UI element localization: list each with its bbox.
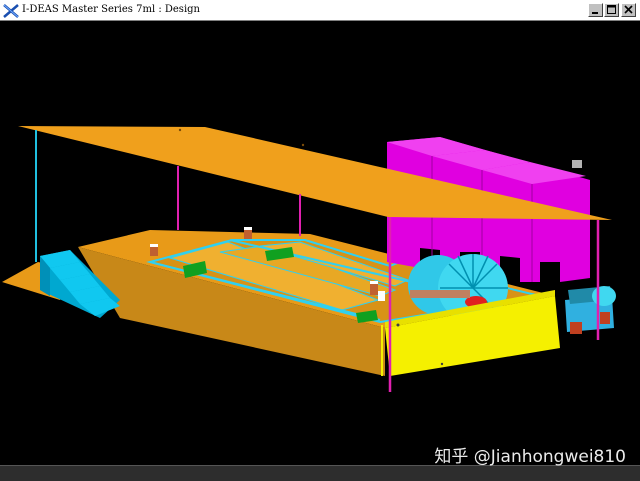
status-bar	[0, 465, 640, 481]
window-title: I-DEAS Master Series 7ml : Design	[22, 4, 200, 15]
3d-viewport[interactable]	[0, 21, 640, 465]
close-button[interactable]	[621, 3, 636, 17]
minimize-icon	[592, 12, 598, 14]
model-render[interactable]	[0, 21, 640, 465]
close-icon	[624, 5, 633, 14]
maximize-button[interactable]	[604, 3, 619, 17]
watermark-text: 知乎 @Jianhongwei810	[434, 447, 626, 467]
side-pump-unit	[565, 286, 616, 334]
cad-window: I-DEAS Master Series 7ml : Design 知乎 @Ji…	[0, 0, 640, 481]
minimize-button[interactable]	[588, 3, 603, 17]
title-bar[interactable]: I-DEAS Master Series 7ml : Design	[0, 0, 640, 21]
ideas-logo-icon[interactable]	[3, 3, 19, 18]
maximize-icon	[607, 5, 616, 14]
